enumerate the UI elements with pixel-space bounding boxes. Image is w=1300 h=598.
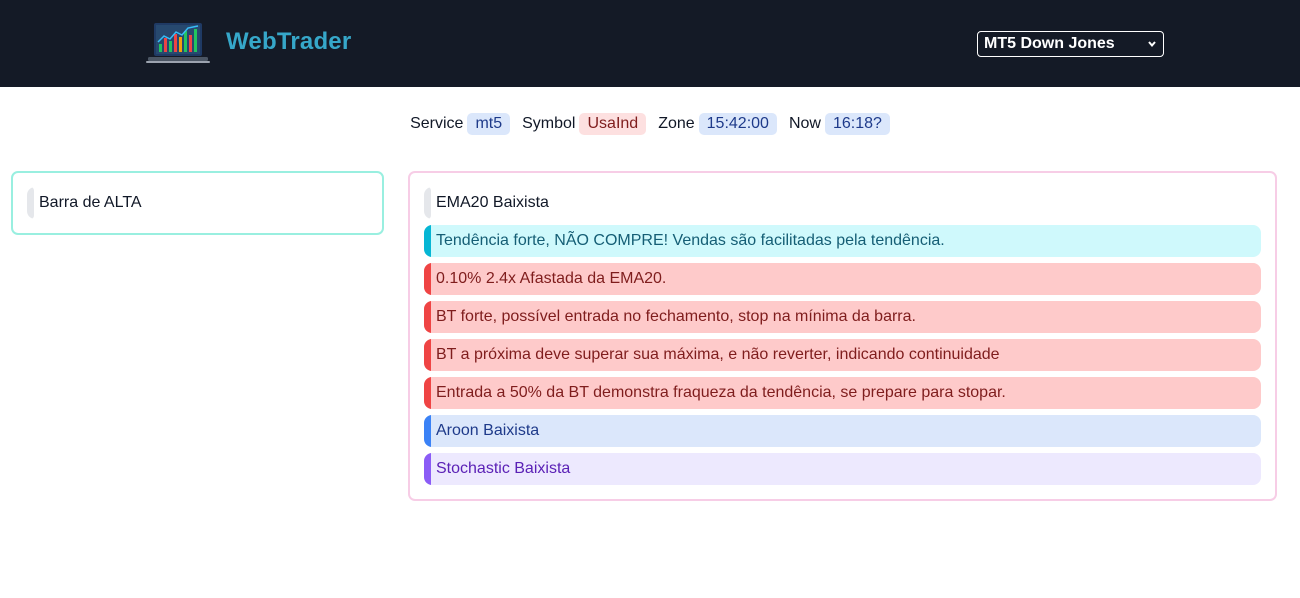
signal-indicator [27, 187, 34, 219]
service-badge: mt5 [467, 113, 511, 135]
analysis-row-stochastic: Stochastic Baixista [424, 453, 1261, 485]
top-bar: WebTrader MT5 Down Jones [0, 0, 1300, 87]
row-indicator [424, 377, 431, 409]
symbol-status: Symbol UsaInd [522, 113, 647, 135]
service-label: Service [410, 115, 464, 132]
status-strip: Service mt5 Symbol UsaInd Zone 15:42:00 … [0, 113, 1300, 135]
row-indicator [424, 187, 431, 219]
row-text: 0.10% 2.4x Afastada da EMA20. [436, 270, 667, 287]
trading-chart-logo-icon [146, 23, 210, 63]
row-text: BT forte, possível entrada no fechamento… [436, 308, 916, 325]
row-text: Aroon Baixista [436, 422, 540, 439]
signal-text: Barra de ALTA [39, 194, 142, 211]
zone-badge: 15:42:00 [698, 113, 777, 135]
analysis-row-bt-entry: BT forte, possível entrada no fechamento… [424, 301, 1261, 333]
row-text: BT a próxima deve superar sua máxima, e … [436, 346, 1000, 363]
analysis-panel: EMA20 Baixista Tendência forte, NÃO COMP… [408, 171, 1277, 501]
now-status: Now 16:18? [789, 113, 890, 135]
analysis-row-distance: 0.10% 2.4x Afastada da EMA20. [424, 263, 1261, 295]
row-indicator [424, 339, 431, 371]
symbol-badge: UsaInd [579, 113, 647, 135]
account-select[interactable]: MT5 Down Jones [977, 31, 1164, 57]
analysis-row-trend: Tendência forte, NÃO COMPRE! Vendas são … [424, 225, 1261, 257]
analysis-row-ema20: EMA20 Baixista [424, 187, 1261, 219]
row-indicator [424, 415, 431, 447]
zone-status: Zone 15:42:00 [658, 113, 777, 135]
row-text: Tendência forte, NÃO COMPRE! Vendas são … [436, 232, 945, 249]
now-badge: 16:18? [824, 113, 890, 135]
service-status: Service mt5 [410, 113, 511, 135]
row-indicator [424, 301, 431, 333]
row-indicator [424, 225, 431, 257]
signal-row: Barra de ALTA [27, 187, 367, 219]
chevron-down-icon [1148, 41, 1156, 48]
row-text: Stochastic Baixista [436, 460, 571, 477]
symbol-label: Symbol [522, 115, 576, 132]
analysis-row-bt-half: Entrada a 50% da BT demonstra fraqueza d… [424, 377, 1261, 409]
bar-signal-panel: Barra de ALTA [11, 171, 384, 235]
account-select-value: MT5 Down Jones [984, 35, 1115, 52]
zone-label: Zone [658, 115, 695, 132]
row-text: EMA20 Baixista [436, 194, 549, 211]
row-indicator [424, 263, 431, 295]
brand-title: WebTrader [226, 28, 352, 55]
row-indicator [424, 453, 431, 485]
analysis-row-bt-next: BT a próxima deve superar sua máxima, e … [424, 339, 1261, 371]
analysis-row-aroon: Aroon Baixista [424, 415, 1261, 447]
row-text: Entrada a 50% da BT demonstra fraqueza d… [436, 384, 1006, 401]
now-label: Now [788, 115, 821, 132]
